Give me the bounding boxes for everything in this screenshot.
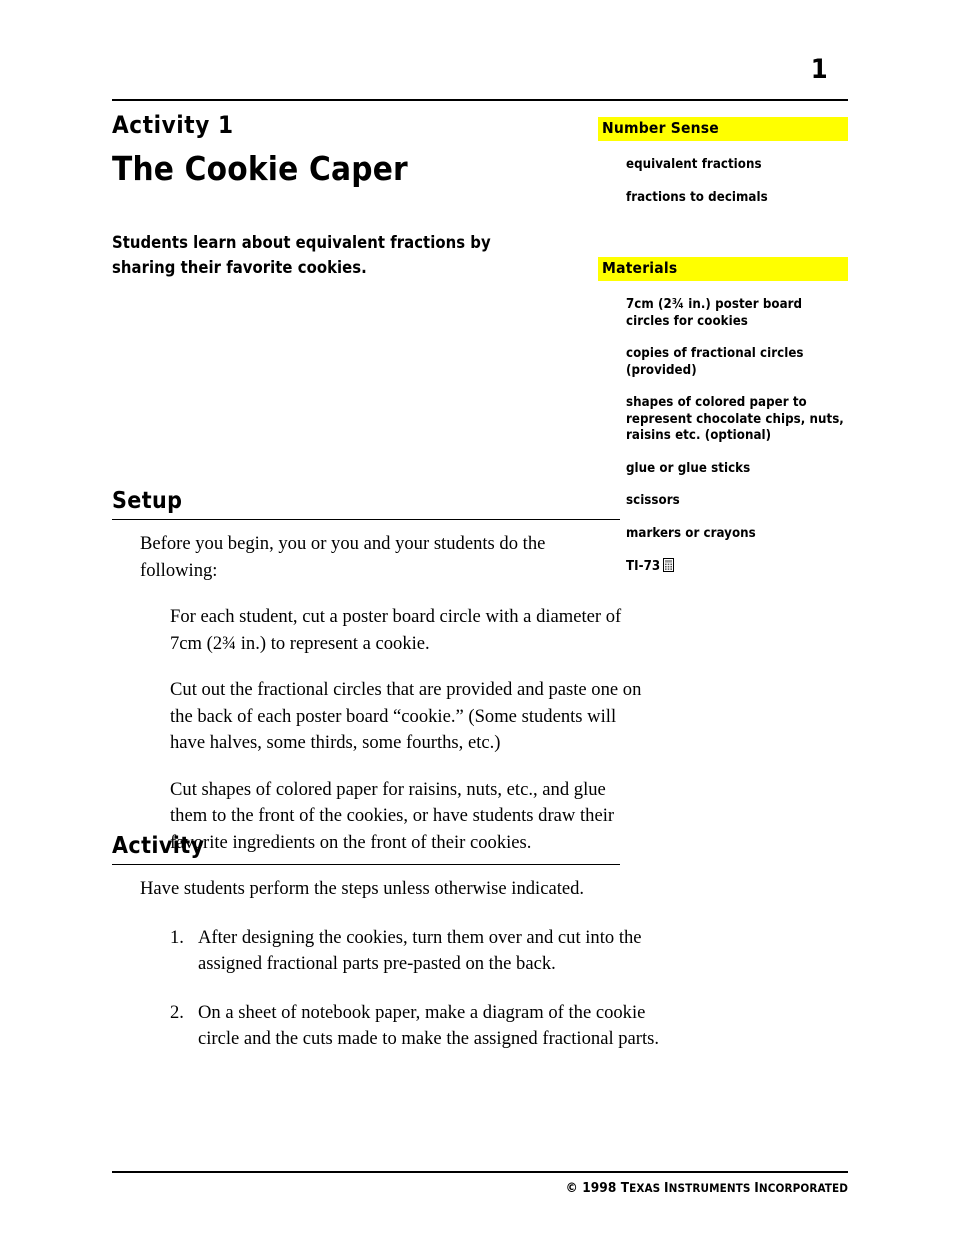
- section-heading-setup: Setup: [112, 488, 183, 514]
- footer-rule: [112, 1171, 848, 1173]
- footer-company-ncorporated: NCORPORATED: [758, 1181, 848, 1195]
- list-item-label: TI-73: [626, 559, 661, 574]
- paragraph: Cut out the fractional circles that are …: [170, 679, 642, 753]
- intro-paragraph: Students learn about equivalent fraction…: [112, 233, 491, 277]
- paragraph: Have students perform the steps unless o…: [140, 878, 585, 899]
- list-item: scissors: [626, 493, 680, 508]
- list-item: copies of fractional circles (provided): [626, 346, 804, 378]
- list-item: shapes of colored paper to represent cho…: [626, 395, 844, 443]
- sidebar-block-number-sense: Number Sense equivalent fractions fracti…: [598, 117, 848, 206]
- section-activity: Activity Have students perform the steps…: [112, 833, 659, 1053]
- sidebar: Number Sense equivalent fractions fracti…: [598, 117, 848, 578]
- title-block: Activity 1 The Cookie Caper Students lea…: [112, 110, 624, 280]
- footer-company-nstruments: NSTRUMENTS: [668, 1181, 755, 1195]
- sidebar-block-materials: Materials 7cm (2¾ in.) poster board circ…: [598, 257, 848, 578]
- list-item: 1. After designing the cookies, turn them…: [140, 925, 676, 978]
- footer-year: 1998: [582, 1180, 617, 1196]
- list-item-number: 1.: [170, 926, 184, 948]
- list-item: 2. On a sheet of notebook paper, make a d…: [140, 1000, 676, 1053]
- section-heading-activity: Activity: [112, 833, 205, 859]
- section-body-setup: Before you begin, you or you and your st…: [112, 520, 641, 856]
- sidebar-heading-number-sense: Number Sense: [598, 117, 848, 141]
- list-item-label: After designing the cookies, turn them o…: [198, 926, 642, 975]
- list-item: equivalent fractions: [626, 157, 762, 172]
- list-item: 7cm (2¾ in.) poster board circles for co…: [626, 297, 803, 329]
- header-rule: [112, 99, 848, 101]
- sidebar-list-number-sense: equivalent fractions fractions to decima…: [598, 157, 848, 206]
- numbered-step-list: 1. After designing the cookies, turn them…: [140, 925, 659, 1053]
- list-item: fractions to decimals: [626, 189, 768, 205]
- page-title: The Cookie Caper: [112, 149, 408, 188]
- page-number: 1: [810, 54, 828, 85]
- activity-label: Activity 1: [112, 111, 234, 139]
- section-body-activity: Have students perform the steps unless o…: [112, 865, 659, 1053]
- sidebar-list-materials: 7cm (2¾ in.) poster board circles for co…: [598, 297, 848, 578]
- list-item-calculator: TI-73: [626, 558, 848, 578]
- copyright-icon: ©: [565, 1180, 578, 1196]
- list-item-number: 2.: [170, 1001, 184, 1023]
- footer-company-t: T: [620, 1180, 630, 1196]
- paragraph: Before you begin, you or you and your st…: [140, 533, 546, 581]
- document-page: 1 Activity 1 The Cookie Caper Students l…: [0, 0, 954, 1235]
- list-item: markers or crayons: [626, 525, 756, 541]
- sidebar-heading-materials: Materials: [598, 257, 848, 281]
- list-item: glue or glue sticks: [626, 460, 751, 476]
- footer-company-exas: EXAS: [629, 1181, 665, 1195]
- list-item-label: On a sheet of notebook paper, make a dia…: [198, 1001, 660, 1050]
- section-setup: Setup Before you begin, you or you and y…: [112, 488, 641, 859]
- calculator-icon: [663, 558, 675, 578]
- footer-copyright: © 1998 TEXAS INSTRUMENTS INCORPORATED: [348, 1179, 848, 1197]
- paragraph: For each student, cut a poster board cir…: [170, 606, 622, 654]
